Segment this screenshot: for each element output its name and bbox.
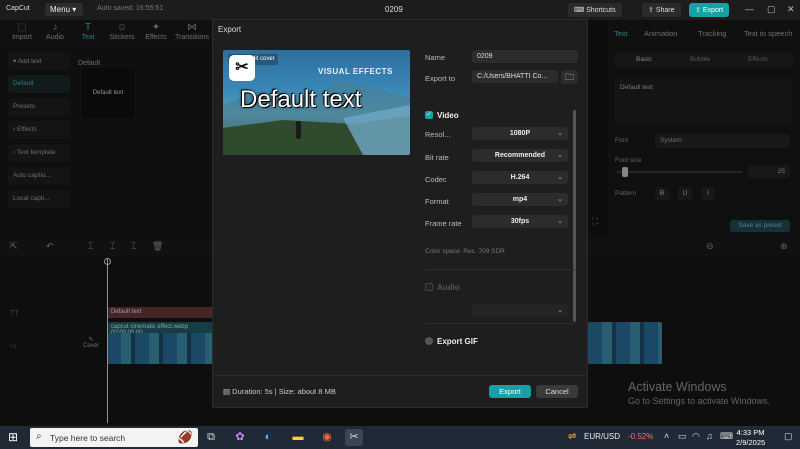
search-icon: ⌕ [36,431,42,442]
share-button[interactable]: ⇪ Share [642,3,681,17]
framerate-label: Frame rate [425,219,462,228]
color-space-info: Color space: Rec. 709 SDR [425,248,505,255]
preview-heading: VISUAL EFFECTS [318,67,393,76]
app-window: CapCut Menu ▾ Auto saved: 16:55:51 0209 … [0,0,800,449]
bitrate-select[interactable]: Recommended ⌄ [472,149,568,162]
export-top-label: Export [702,7,724,14]
chevron-down-icon: ⌄ [557,152,563,159]
app-logo: CapCut [6,5,30,12]
resolution-value: 1080P [509,130,531,137]
name-label: Name [425,53,446,62]
export-path-input[interactable]: C:/Users/BHATTI Co... [472,70,558,83]
ticker-value[interactable]: -0.52% [628,432,653,441]
bitrate-value: Recommended [494,152,546,159]
preview-figure [296,121,301,139]
duration-size-text: Duration: 5s | Size: about 8 MB [232,387,336,396]
divider [425,323,575,324]
codec-value: H.264 [510,174,530,181]
edge-icon[interactable]: ◐ [259,429,277,446]
chevron-up-icon[interactable]: ˄ [664,431,669,441]
folder-icon[interactable]: 🗀 [561,70,578,84]
audio-checkbox[interactable] [425,283,433,291]
clock-date: 2/9/2025 [736,438,766,447]
shortcuts-label: Shortcuts [586,7,616,14]
export-top-button[interactable]: ⇪ Export [689,3,730,17]
shortcuts-button[interactable]: ⌨ Shortcuts [568,3,622,17]
football-icon[interactable]: 🏈 [176,429,194,446]
capcut-logo-icon: ✂ [229,55,255,81]
chevron-down-icon: ⌄ [557,130,563,137]
framerate-select[interactable]: 30fps ⌄ [472,215,568,228]
battery-icon[interactable]: ▭ [678,431,687,442]
chevron-down-icon: ▾ [72,5,77,14]
divider [425,269,575,270]
resolution-label: Resol... [425,130,451,139]
project-name: 0209 [385,5,403,14]
close-icon[interactable]: ✕ [787,4,795,15]
settings-scrollbar[interactable] [573,110,576,322]
autosave-status: Auto saved: 16:55:51 [97,5,164,12]
title-bar: CapCut Menu ▾ Auto saved: 16:55:51 0209 … [0,0,800,20]
codec-label: Codec [425,175,447,184]
format-value: mp4 [512,196,528,203]
chevron-down-icon: ⌄ [557,218,563,225]
language-icon[interactable]: ⌨ [720,431,733,442]
format-label: Format [425,197,449,206]
notification-icon[interactable]: ▢ [784,431,793,442]
copilot-icon[interactable]: ✿ [231,429,249,446]
export-to-label: Export to [425,74,456,83]
chrome-icon[interactable]: ◉ [318,429,336,446]
export-dialog-title: Export [218,25,242,34]
volume-icon[interactable]: ♫ [706,431,713,441]
minimize-icon[interactable]: — [745,4,754,14]
export-gif-title: Export GIF [437,337,478,346]
chevron-down-icon: ⌄ [557,307,563,314]
footer-divider [213,375,587,376]
export-icon: ⇪ [695,7,703,14]
ticker-icon: ⇌ [568,431,577,442]
format-select[interactable]: mp4 ⌄ [472,193,568,206]
maximize-icon[interactable]: ▢ [767,4,776,15]
cancel-button[interactable]: Cancel [536,385,578,398]
bitrate-label: Bit rate [425,153,449,162]
menu-button[interactable]: Menu ▾ [45,3,83,16]
capcut-taskbar-icon[interactable]: ✂ [345,429,363,446]
chevron-down-icon: ⌄ [557,196,563,203]
file-explorer-icon[interactable]: ▬ [289,429,307,446]
film-icon: ▤ [223,387,233,396]
audio-section-title: Audio [437,283,460,292]
chevron-down-icon: ⌄ [557,174,563,181]
preview-overlay-text: Default text [240,86,362,113]
export-button[interactable]: Export [489,385,531,398]
audio-format-select[interactable]: ⌄ [472,304,568,317]
wifi-icon[interactable]: ◠ [692,431,700,442]
taskbar-search[interactable]: Type here to search [30,428,198,447]
clock-time: 4:33 PM [736,428,765,437]
codec-select[interactable]: H.264 ⌄ [472,171,568,184]
export-info: ▤ Duration: 5s | Size: about 8 MB [223,387,336,396]
resolution-select[interactable]: 1080P ⌄ [472,127,568,140]
share-label: Share [655,7,675,14]
task-view-icon[interactable]: ⧉ [202,429,220,446]
share-icon: ⇪ [648,7,656,14]
video-checkbox[interactable]: ✓ [425,111,433,119]
windows-start-icon[interactable]: ⊞ [8,430,18,444]
name-input[interactable]: 0209 [472,50,578,63]
menu-label: Menu [50,5,71,14]
clock[interactable]: 4:33 PM 2/9/2025 [736,428,765,448]
ticker-label[interactable]: EUR/USD [584,432,620,441]
framerate-value: 30fps [510,218,530,225]
video-section-title: Video [437,111,459,120]
keyboard-icon: ⌨ [574,7,587,14]
export-gif-toggle[interactable] [425,337,433,345]
